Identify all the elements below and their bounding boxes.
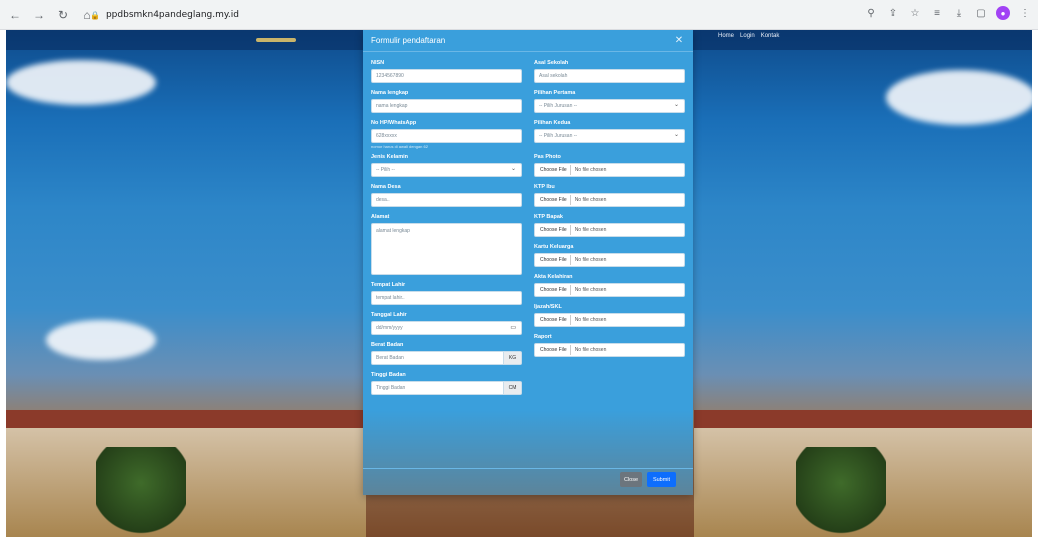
- zoom-icon[interactable]: ⚲: [864, 6, 878, 20]
- jk-select[interactable]: -- Pilih --: [371, 163, 522, 177]
- modal-footer-divider: [363, 468, 693, 469]
- alamat-textarea[interactable]: alamat lengkap: [371, 223, 522, 275]
- tempat-lahir-input[interactable]: tempat lahir..: [371, 291, 522, 305]
- nisn-label: NISN: [371, 60, 385, 66]
- nisn-input[interactable]: 1234567890: [371, 69, 522, 83]
- choose-file-button[interactable]: Choose File: [537, 315, 571, 325]
- file-3-label: Kartu Keluarga: [534, 244, 574, 250]
- modal-title: Formulir pendaftaran: [371, 36, 446, 45]
- roof-decoration: [6, 410, 366, 428]
- nama-input[interactable]: nama lengkap: [371, 99, 522, 113]
- choose-file-button[interactable]: Choose File: [537, 345, 571, 355]
- tree-decoration: [96, 447, 186, 537]
- cloud-decoration: [6, 60, 156, 105]
- roof-decoration: [694, 410, 1032, 428]
- asal-sekolah-input[interactable]: Asal sekolah: [534, 69, 685, 83]
- no-file-text: No file chosen: [574, 287, 607, 293]
- choose-file-button[interactable]: Choose File: [537, 255, 571, 265]
- hp-help-text: nomor harus di awali dengan 62: [371, 144, 428, 149]
- no-file-text: No file chosen: [574, 227, 607, 233]
- pilihan-kedua-select[interactable]: -- Pilih Jurusan --: [534, 129, 685, 143]
- berat-unit: KG: [504, 351, 522, 365]
- bookmark-star-icon[interactable]: ☆: [908, 6, 922, 20]
- no-file-text: No file chosen: [574, 197, 607, 203]
- download-icon[interactable]: ⤓: [952, 6, 966, 20]
- file-4-label: Akta Kelahiran: [534, 274, 573, 280]
- file-2-input[interactable]: Choose File No file chosen: [534, 223, 685, 237]
- tempat-lahir-label: Tempat Lahir: [371, 282, 406, 288]
- pilihan-pertama-label: Pilihan Pertama: [534, 90, 576, 96]
- file-4-input[interactable]: Choose File No file chosen: [534, 283, 685, 297]
- file-2-label: KTP Bapak: [534, 214, 563, 220]
- file-1-label: KTP Ibu: [534, 184, 555, 190]
- school-building-left: [6, 417, 366, 537]
- asal-sekolah-label: Asal Sekolah: [534, 60, 569, 66]
- berat-label: Berat Badan: [371, 342, 404, 348]
- close-button[interactable]: Close: [620, 472, 642, 487]
- site-nav-links: Home Login Kontak: [718, 33, 779, 39]
- no-file-text: No file chosen: [574, 257, 607, 263]
- nav-kontak-link[interactable]: Kontak: [761, 33, 780, 39]
- no-file-text: No file chosen: [574, 167, 607, 173]
- file-6-input[interactable]: Choose File No file chosen: [534, 343, 685, 357]
- no-file-text: No file chosen: [574, 317, 607, 323]
- nama-label: Nama lengkap: [371, 90, 409, 96]
- nav-home-link[interactable]: Home: [718, 33, 734, 39]
- file-6-label: Raport: [534, 334, 552, 340]
- tanggal-lahir-input[interactable]: dd/mm/yyyy ▭: [371, 321, 522, 335]
- profile-avatar[interactable]: ●: [996, 6, 1010, 20]
- reload-icon[interactable]: ↻: [54, 6, 72, 24]
- desa-input[interactable]: desa..: [371, 193, 522, 207]
- close-icon[interactable]: ✕: [673, 35, 685, 46]
- jk-label: Jenis Kelamin: [371, 154, 408, 160]
- share-icon[interactable]: ⇪: [886, 6, 900, 20]
- file-0-input[interactable]: Choose File No file chosen: [534, 163, 685, 177]
- nav-login-link[interactable]: Login: [740, 33, 755, 39]
- no-file-text: No file chosen: [574, 347, 607, 353]
- berat-input[interactable]: Berat Badan: [371, 351, 504, 365]
- choose-file-button[interactable]: Choose File: [537, 165, 571, 175]
- alamat-label: Alamat: [371, 214, 390, 220]
- pilihan-kedua-label: Pilihan Kedua: [534, 120, 571, 126]
- reading-list-icon[interactable]: ≡: [930, 6, 944, 20]
- desa-label: Nama Desa: [371, 184, 401, 190]
- forward-icon[interactable]: →: [30, 6, 48, 24]
- file-5-input[interactable]: Choose File No file chosen: [534, 313, 685, 327]
- tinggi-input[interactable]: Tinggi Badan: [371, 381, 504, 395]
- tab-search-icon[interactable]: ▢: [974, 6, 988, 20]
- choose-file-button[interactable]: Choose File: [537, 225, 571, 235]
- file-0-label: Pas Photo: [534, 154, 561, 160]
- tree-decoration: [796, 447, 886, 537]
- calendar-icon[interactable]: ▭: [510, 324, 516, 331]
- form-right-column: Asal Sekolah Asal sekolah Pilihan Pertam…: [534, 56, 685, 357]
- file-5-label: Ijazah/SKL: [534, 304, 562, 310]
- cloud-decoration: [886, 70, 1032, 125]
- tinggi-label: Tinggi Badan: [371, 372, 406, 378]
- pilihan-pertama-select[interactable]: -- Pilih Jurusan --: [534, 99, 685, 113]
- file-3-input[interactable]: Choose File No file chosen: [534, 253, 685, 267]
- address-bar[interactable]: 🔒 ppdbsmkn4pandeglang.my.id: [90, 6, 390, 24]
- file-1-input[interactable]: Choose File No file chosen: [534, 193, 685, 207]
- submit-button[interactable]: Submit: [647, 472, 676, 487]
- browser-toolbar: ← → ↻ ⌂ 🔒 ppdbsmkn4pandeglang.my.id ⚲ ⇪ …: [0, 0, 1038, 30]
- hp-label: No HP/WhatsApp: [371, 120, 417, 126]
- choose-file-button[interactable]: Choose File: [537, 195, 571, 205]
- tanggal-lahir-label: Tanggal Lahir: [371, 312, 407, 318]
- page-background: Home Login Kontak Formulir pendaftaran ✕…: [6, 30, 1032, 537]
- modal-header: Formulir pendaftaran ✕: [363, 30, 693, 52]
- choose-file-button[interactable]: Choose File: [537, 285, 571, 295]
- menu-kebab-icon[interactable]: ⋮: [1018, 6, 1032, 20]
- cloud-decoration: [46, 320, 156, 360]
- form-left-column: NISN 1234567890 Nama lengkap nama lengka…: [371, 56, 522, 395]
- background-overlay: [363, 410, 693, 495]
- back-icon[interactable]: ←: [6, 6, 24, 24]
- registration-modal: Formulir pendaftaran ✕ NISN 1234567890 N…: [363, 30, 693, 495]
- tanggal-lahir-placeholder: dd/mm/yyyy: [376, 325, 403, 331]
- url-text: ppdbsmkn4pandeglang.my.id: [105, 10, 239, 20]
- site-logo[interactable]: [256, 38, 296, 42]
- hp-input[interactable]: 628xxxxx: [371, 129, 522, 143]
- tinggi-unit: CM: [504, 381, 522, 395]
- lock-icon: 🔒: [90, 10, 100, 20]
